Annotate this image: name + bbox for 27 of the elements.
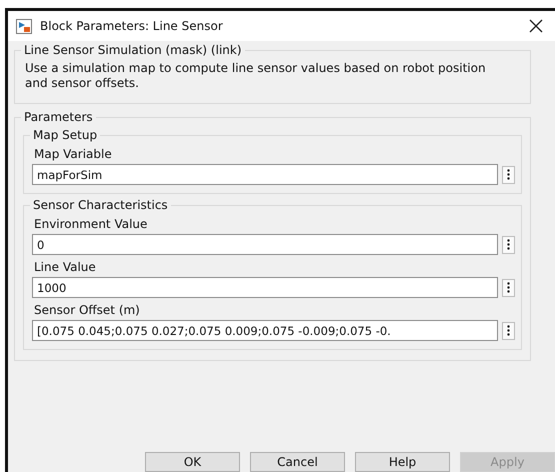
window-title: Block Parameters: Line Sensor <box>40 19 224 33</box>
vertical-dots-icon <box>507 325 510 336</box>
group-title: Sensor Characteristics <box>32 198 169 212</box>
more-options-button[interactable] <box>502 322 515 340</box>
field-label: Map Variable <box>34 147 113 161</box>
vertical-dots-icon <box>507 239 510 250</box>
dialog-button[interactable]: Help <box>355 452 450 472</box>
dialog-button[interactable]: Cancel <box>250 452 345 472</box>
input-field[interactable]: mapForSim <box>32 164 498 185</box>
dialog-button[interactable]: OK <box>145 452 240 472</box>
parameters-title: Parameters <box>23 110 94 124</box>
mask-description: Use a simulation map to compute line sensor values based on robot position and sensor offsets. <box>25 61 487 91</box>
input-field[interactable]: [0.075 0.045;0.075 0.027;0.075 0.009;0.075 -0.009;0.075 -0. <box>32 320 498 341</box>
vertical-dots-icon <box>507 282 510 293</box>
field-label: Line Value <box>34 260 97 274</box>
vertical-dots-icon <box>507 169 510 180</box>
field-label: Environment Value <box>34 217 148 231</box>
close-button[interactable] <box>529 19 543 33</box>
more-options-button[interactable] <box>502 166 515 184</box>
input-field[interactable]: 0 <box>32 234 498 255</box>
input-field[interactable]: 1000 <box>32 277 498 298</box>
group-title: Map Setup <box>32 128 98 142</box>
more-options-button[interactable] <box>502 278 515 296</box>
mask-title: Line Sensor Simulation (mask) (link) <box>23 43 243 57</box>
more-options-button[interactable] <box>502 236 515 254</box>
field-label: Sensor Offset (m) <box>34 303 141 317</box>
block-icon <box>16 18 32 34</box>
